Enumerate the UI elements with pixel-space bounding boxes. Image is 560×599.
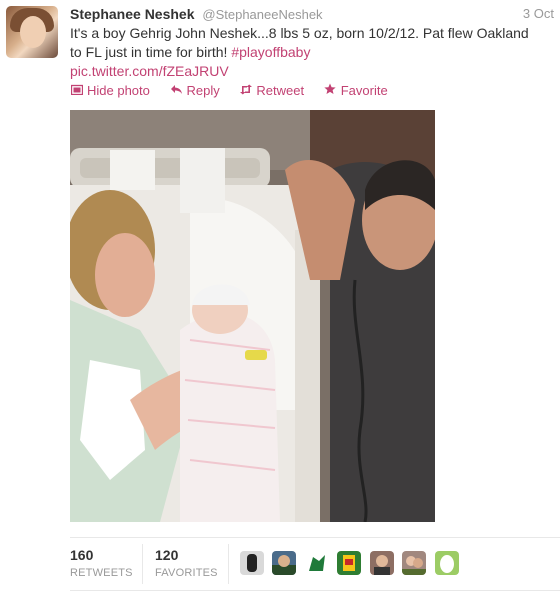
hospital-photo-illustration bbox=[70, 110, 435, 522]
tweet-timestamp[interactable]: 3 Oct bbox=[523, 5, 554, 23]
favorite-button[interactable]: Favorite bbox=[324, 83, 388, 99]
retweet-label: Retweet bbox=[256, 83, 305, 98]
hide-photo-label: Hide photo bbox=[87, 83, 150, 98]
tweet-text: It's a boy Gehrig John Neshek...8 lbs 5 … bbox=[70, 24, 540, 81]
favorites-label: FAVORITES bbox=[155, 567, 218, 579]
stats-divider-top bbox=[70, 537, 560, 538]
retweet-arrows-icon bbox=[239, 83, 253, 99]
favoriter-avatar[interactable] bbox=[337, 551, 362, 575]
media-link[interactable]: pic.twitter.com/fZEaJRUV bbox=[70, 63, 229, 79]
avatar[interactable] bbox=[6, 6, 58, 58]
favoriter-avatar[interactable] bbox=[369, 551, 394, 575]
stats-separator bbox=[142, 544, 143, 584]
favorites-stat[interactable]: 120 FAVORITES bbox=[155, 547, 218, 579]
favoriter-avatar[interactable] bbox=[272, 551, 297, 575]
tweet-header: Stephanee Neshek @StephaneeNeshek 3 Oct bbox=[70, 5, 554, 23]
favoriter-avatar[interactable] bbox=[240, 551, 264, 575]
reply-button[interactable]: Reply bbox=[170, 83, 220, 99]
author-username[interactable]: @StephaneeNeshek bbox=[202, 7, 322, 22]
tweet: Stephanee Neshek @StephaneeNeshek 3 Oct … bbox=[0, 0, 560, 599]
tweet-photo[interactable] bbox=[70, 110, 435, 522]
favoriter-avatar[interactable] bbox=[304, 551, 329, 575]
stats-separator bbox=[228, 544, 229, 584]
retweets-count: 160 bbox=[70, 547, 94, 563]
tweet-actions: Hide photo Reply Retweet Favorite bbox=[70, 83, 404, 99]
avatar-face bbox=[20, 16, 46, 48]
author-fullname[interactable]: Stephanee Neshek bbox=[70, 6, 195, 22]
photo-frame-icon bbox=[70, 83, 83, 99]
favoriter-avatar[interactable] bbox=[402, 551, 427, 575]
favorite-label: Favorite bbox=[340, 83, 388, 98]
hashtag-link[interactable]: #playoffbaby bbox=[231, 44, 310, 60]
star-icon bbox=[324, 83, 337, 99]
favorites-count: 120 bbox=[155, 547, 179, 563]
reply-label: Reply bbox=[186, 83, 220, 98]
hide-photo-button[interactable]: Hide photo bbox=[70, 83, 150, 99]
retweets-label: RETWEETS bbox=[70, 567, 133, 579]
retweet-button[interactable]: Retweet bbox=[239, 83, 304, 99]
favoriters-avatars bbox=[240, 551, 463, 577]
reply-arrow-icon bbox=[170, 83, 183, 99]
retweets-stat[interactable]: 160 RETWEETS bbox=[70, 547, 133, 579]
favoriter-avatar[interactable] bbox=[434, 551, 459, 575]
stats-divider-bottom bbox=[70, 590, 560, 591]
